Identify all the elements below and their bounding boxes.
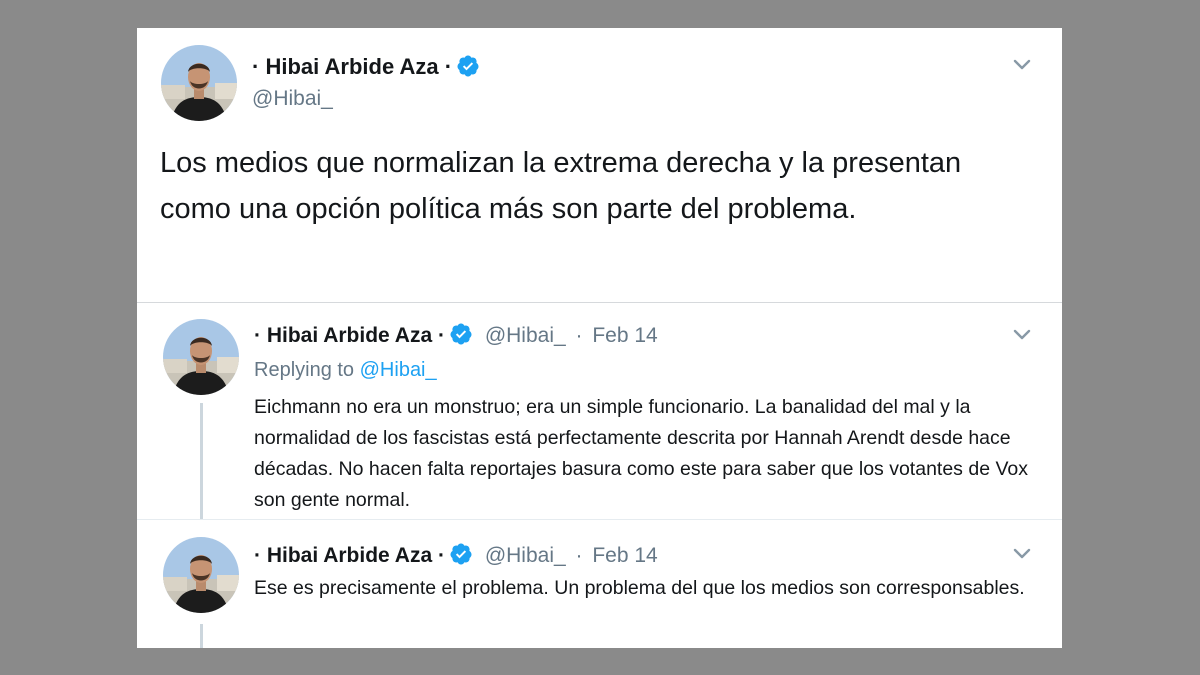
verified-badge-icon <box>450 543 472 565</box>
tweet-thread-screenshot: · Hibai Arbide Aza · @Hibai_ Los medios … <box>137 28 1062 648</box>
verified-badge-icon <box>457 55 479 77</box>
reply-header: · Hibai Arbide Aza · @Hibai_ · Feb 14 <box>254 322 658 350</box>
author-handle[interactable]: @Hibai_ <box>252 85 333 113</box>
tweet-text: Ese es precisamente el problema. Un prob… <box>254 577 1025 599</box>
tweet-date[interactable]: Feb 14 <box>592 544 657 567</box>
reply-header: · Hibai Arbide Aza · @Hibai_ · Feb 14 <box>254 542 658 570</box>
separator-dot: · <box>575 324 583 347</box>
thread-connector-line <box>200 403 203 519</box>
reply-tweet[interactable]: · Hibai Arbide Aza · @Hibai_ · Feb 14 Es… <box>137 520 1062 648</box>
author-name[interactable]: · Hibai Arbide Aza · <box>254 544 445 567</box>
replying-to: Replying to @Hibai_ <box>254 356 437 384</box>
tweet-date[interactable]: Feb 14 <box>592 324 657 347</box>
avatar[interactable] <box>163 319 239 395</box>
thread-connector-line <box>200 624 203 648</box>
tweet-text: Eichmann no era un monstruo; era un simp… <box>254 396 1028 511</box>
chevron-down-icon[interactable] <box>1011 53 1033 75</box>
author-handle[interactable]: @Hibai_ <box>485 544 566 567</box>
avatar[interactable] <box>161 45 237 121</box>
replying-to-label: Replying to <box>254 359 355 381</box>
author-name[interactable]: · Hibai Arbide Aza · <box>254 324 445 347</box>
author-name-row[interactable]: · Hibai Arbide Aza · <box>252 53 480 81</box>
separator-dot: · <box>575 544 583 567</box>
main-tweet: · Hibai Arbide Aza · @Hibai_ Los medios … <box>137 28 1062 303</box>
tweet-text: Los medios que normalizan la extrema der… <box>160 147 962 225</box>
verified-badge-icon <box>450 323 472 345</box>
author-handle[interactable]: @Hibai_ <box>485 324 566 347</box>
chevron-down-icon[interactable] <box>1011 323 1033 345</box>
chevron-down-icon[interactable] <box>1011 542 1033 564</box>
reply-tweet[interactable]: · Hibai Arbide Aza · @Hibai_ · Feb 14 Re… <box>137 303 1062 520</box>
replying-to-link[interactable]: @Hibai_ <box>360 359 437 381</box>
author-name[interactable]: · Hibai Arbide Aza · <box>252 54 452 79</box>
avatar[interactable] <box>163 537 239 613</box>
